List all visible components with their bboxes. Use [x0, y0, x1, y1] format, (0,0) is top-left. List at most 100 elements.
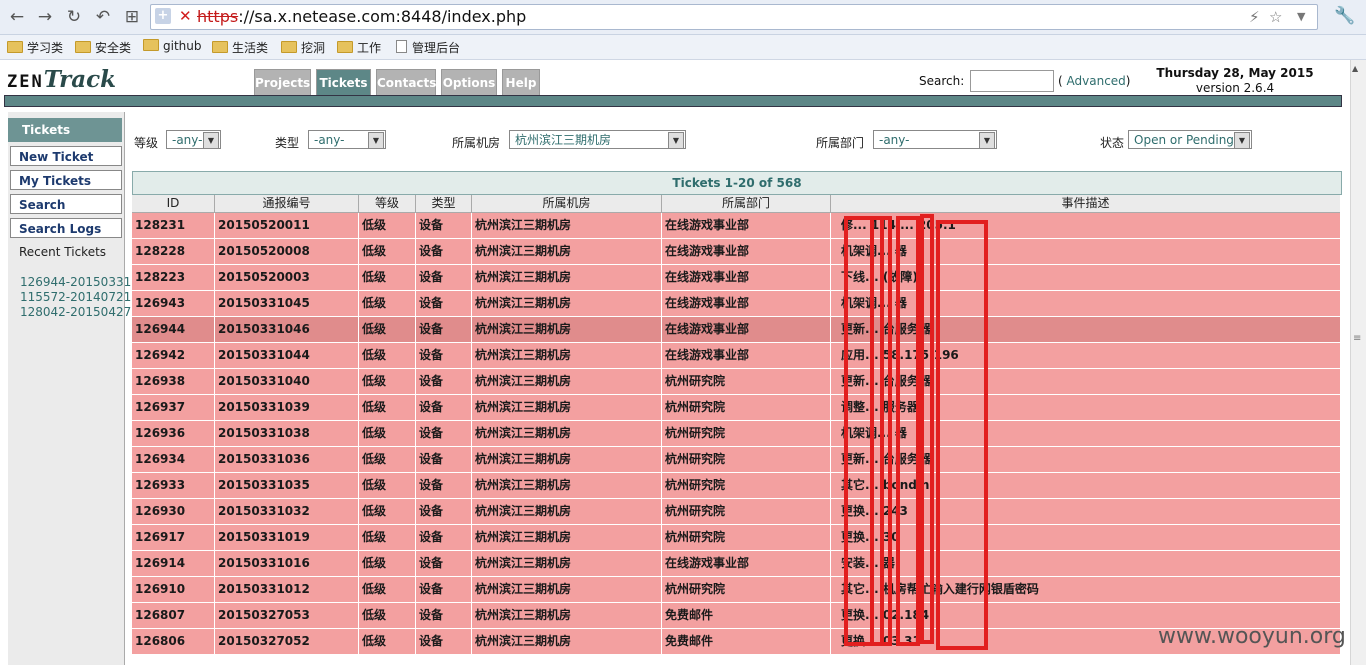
column-header[interactable]: ID — [132, 195, 215, 212]
reload-icon[interactable]: ↻ — [63, 6, 85, 28]
column-header[interactable]: 事件描述 — [831, 195, 1340, 212]
bookmark-item[interactable]: 管理后台 — [396, 39, 460, 56]
filter-type-select[interactable]: -any- ▼ — [308, 130, 386, 149]
bookmark-item[interactable]: github — [143, 39, 201, 53]
table-cell[interactable]: 126942 — [132, 343, 215, 368]
table-row[interactable]: 126914 20150331016 低级 设备 杭州滨江三期机房 在线游戏事业部 安装..… — [132, 551, 1340, 577]
filter-room-select[interactable]: 杭州滨江三期机房 ▼ — [509, 130, 686, 149]
table-row[interactable]: 126937 20150331039 低级 设备 杭州滨江三期机房 杭州研究院 调整... … — [132, 395, 1340, 421]
table-cell: 杭州研究院 — [662, 395, 831, 420]
bookmark-item[interactable]: 安全类 — [75, 39, 131, 56]
recent-tickets-heading: Recent Tickets — [19, 245, 107, 259]
table-cell[interactable]: 126938 — [132, 369, 215, 394]
forward-icon[interactable]: → — [34, 6, 56, 28]
table-cell[interactable]: 126943 — [132, 291, 215, 316]
scroll-grip-icon[interactable]: ≡ — [1353, 333, 1361, 344]
column-header[interactable]: 类型 — [416, 195, 472, 212]
zentrack-logo[interactable]: ZENTrack — [7, 66, 116, 93]
recent-ticket-link[interactable]: 128042-20150427 — [20, 305, 131, 319]
back-icon[interactable]: ← — [6, 6, 28, 28]
star-icon[interactable]: ☆ — [1269, 8, 1282, 26]
wrench-icon[interactable]: 🔧 — [1334, 6, 1355, 26]
table-cell: 设备 — [416, 213, 472, 238]
table-row[interactable]: 126943 20150331045 低级 设备 杭州滨江三期机房 在线游戏事业部 机架调.… — [132, 291, 1340, 317]
chevron-down-icon[interactable]: ▼ — [1297, 10, 1305, 23]
table-cell[interactable]: 126914 — [132, 551, 215, 576]
watermark: www.wooyun.org — [1158, 624, 1346, 649]
address-bar[interactable]: + ✕ https://sa.x.netease.com:8448/index.… — [150, 4, 1318, 30]
table-cell[interactable]: 126944 — [132, 317, 215, 342]
table-cell[interactable]: 126917 — [132, 525, 215, 550]
folder-icon — [337, 41, 353, 53]
chevron-down-icon: ▼ — [668, 132, 684, 149]
filter-level-select[interactable]: -any- ▼ — [166, 130, 221, 149]
table-cell: 杭州研究院 — [662, 473, 831, 498]
table-cell: 20150520003 — [215, 265, 359, 290]
bookmark-item[interactable]: 学习类 — [7, 39, 63, 56]
table-cell[interactable]: 126936 — [132, 421, 215, 446]
table-cell[interactable]: 126806 — [132, 629, 215, 654]
advanced-link[interactable]: Advanced — [1067, 74, 1126, 88]
url-text[interactable]: https://sa.x.netease.com:8448/index.php — [197, 8, 526, 26]
table-cell[interactable]: 126910 — [132, 577, 215, 602]
table-row[interactable]: 126938 20150331040 低级 设备 杭州滨江三期机房 杭州研究院 更新... … — [132, 369, 1340, 395]
table-row[interactable]: 126910 20150331012 低级 设备 杭州滨江三期机房 杭州研究院 其它... … — [132, 577, 1340, 603]
grid-icon[interactable]: ⊞ — [121, 6, 143, 28]
tab-options[interactable]: Options — [441, 69, 497, 96]
table-cell[interactable]: 126807 — [132, 603, 215, 628]
table-cell: 20150327053 — [215, 603, 359, 628]
table-row[interactable]: 128231 20150520011 低级 设备 杭州滨江三期机房 在线游戏事业部 修...… — [132, 213, 1340, 239]
tab-projects[interactable]: Projects — [254, 69, 311, 96]
column-header[interactable]: 所属机房 — [472, 195, 662, 212]
table-row[interactable]: 126933 20150331035 低级 设备 杭州滨江三期机房 杭州研究院 其它... … — [132, 473, 1340, 499]
page-scrollbar[interactable] — [1350, 60, 1366, 665]
filter-dept-select[interactable]: -any- ▼ — [873, 130, 997, 149]
tab-tickets[interactable]: Tickets — [316, 69, 371, 96]
table-row[interactable]: 128228 20150520008 低级 设备 杭州滨江三期机房 在线游戏事业部 机架调.… — [132, 239, 1340, 265]
search-logs-button[interactable]: Search Logs — [10, 218, 122, 238]
add-icon[interactable]: + — [155, 8, 171, 24]
table-cell[interactable]: 126930 — [132, 499, 215, 524]
tab-contacts[interactable]: Contacts — [376, 69, 436, 96]
table-cell[interactable]: 128228 — [132, 239, 215, 264]
table-row[interactable]: 128223 20150520003 低级 设备 杭州滨江三期机房 在线游戏事业部 下线..… — [132, 265, 1340, 291]
table-cell[interactable]: 128231 — [132, 213, 215, 238]
table-cell[interactable]: 128223 — [132, 265, 215, 290]
undo-icon[interactable]: ↶ — [92, 6, 114, 28]
sidebar-heading: Tickets — [8, 118, 122, 142]
search-input[interactable] — [970, 70, 1054, 92]
tab-help[interactable]: Help — [502, 69, 540, 96]
column-header[interactable]: 等级 — [359, 195, 416, 212]
my-tickets-button[interactable]: My Tickets — [10, 170, 122, 190]
table-row[interactable]: 126917 20150331019 低级 设备 杭州滨江三期机房 杭州研究院 更换... … — [132, 525, 1340, 551]
filter-status-select[interactable]: Open or Pending ▼ — [1128, 130, 1252, 149]
recent-ticket-link[interactable]: 126944-20150331 — [20, 275, 131, 289]
column-header[interactable]: 所属部门 — [662, 195, 831, 212]
new-ticket-button[interactable]: New Ticket — [10, 146, 122, 166]
search-button[interactable]: Search — [10, 194, 122, 214]
table-cell: 低级 — [359, 551, 416, 576]
table-cell: 杭州滨江三期机房 — [472, 343, 662, 368]
table-cell: 20150331039 — [215, 395, 359, 420]
table-cell[interactable]: 126933 — [132, 473, 215, 498]
table-cell: 杭州滨江三期机房 — [472, 447, 662, 472]
scroll-up-icon[interactable]: ▲ — [1352, 64, 1358, 73]
table-cell[interactable]: 126937 — [132, 395, 215, 420]
bookmark-item[interactable]: 工作 — [337, 39, 381, 56]
folder-icon — [212, 41, 228, 53]
table-cell: 杭州研究院 — [662, 525, 831, 550]
column-header[interactable]: 通报编号 — [215, 195, 359, 212]
table-row[interactable]: 126930 20150331032 低级 设备 杭州滨江三期机房 杭州研究院 更换... … — [132, 499, 1340, 525]
recent-ticket-link[interactable]: 115572-20140721 — [20, 290, 131, 304]
table-row[interactable]: 126936 20150331038 低级 设备 杭州滨江三期机房 杭州研究院 机架调...… — [132, 421, 1340, 447]
lightning-icon[interactable]: ⚡ — [1249, 8, 1260, 26]
redaction-mark — [920, 214, 934, 644]
table-row[interactable]: 126934 20150331036 低级 设备 杭州滨江三期机房 杭州研究院 更新... … — [132, 447, 1340, 473]
table-row[interactable]: 126942 20150331044 低级 设备 杭州滨江三期机房 在线游戏事业部 应用..… — [132, 343, 1340, 369]
bookmark-item[interactable]: 挖洞 — [281, 39, 325, 56]
bookmark-item[interactable]: 生活类 — [212, 39, 268, 56]
table-cell[interactable]: 126934 — [132, 447, 215, 472]
table-cell: 低级 — [359, 369, 416, 394]
table-cell: 低级 — [359, 343, 416, 368]
table-row[interactable]: 126944 20150331046 低级 设备 杭州滨江三期机房 在线游戏事业部 更新..… — [132, 317, 1340, 343]
